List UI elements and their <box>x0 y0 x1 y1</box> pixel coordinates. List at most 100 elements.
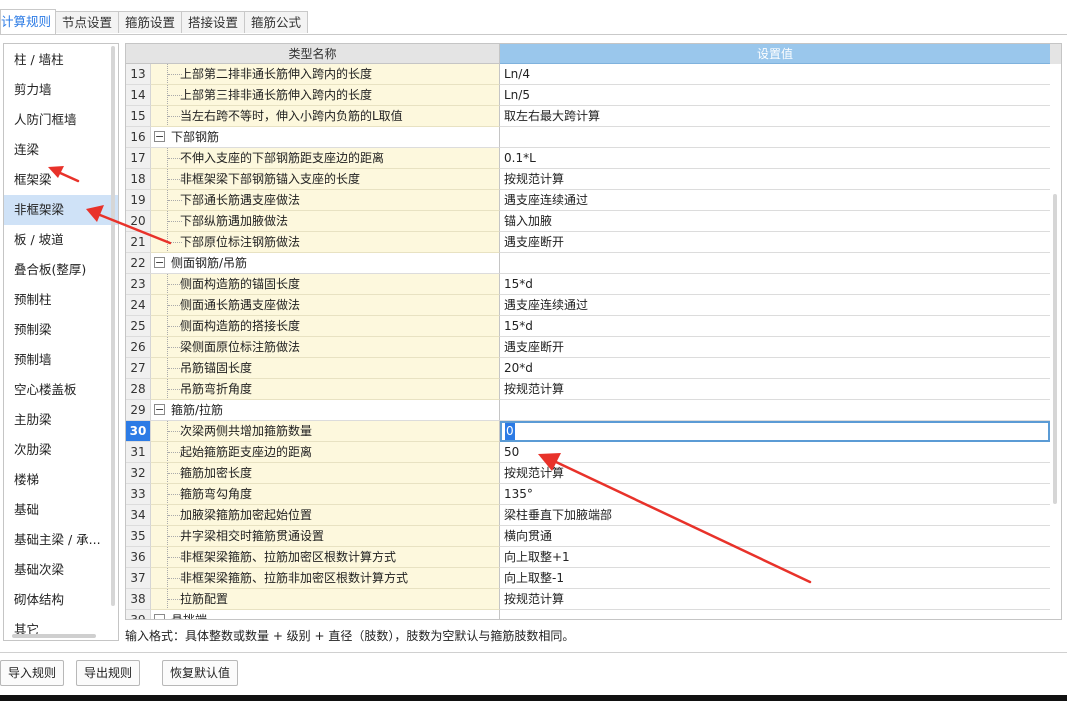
list-item-foundation[interactable]: 基础 <box>4 495 118 525</box>
setting-value-input[interactable]: 0 <box>500 421 1050 442</box>
table-row[interactable]: 30 次梁两侧共增加箍筋数量 0 <box>126 421 1050 442</box>
row-number[interactable]: 39 <box>126 610 151 619</box>
list-item-civil-defense-door-wall[interactable]: 人防门框墙 <box>4 105 118 135</box>
list-item-stair[interactable]: 楼梯 <box>4 465 118 495</box>
setting-value-cell[interactable]: 遇支座连续通过 <box>500 190 1050 211</box>
table-row[interactable]: 25 侧面构造筋的搭接长度 15*d <box>126 316 1050 337</box>
setting-value-cell[interactable]: 135° <box>500 484 1050 505</box>
list-item-precast-wall[interactable]: 预制墙 <box>4 345 118 375</box>
group-row[interactable]: 16− 下部钢筋 <box>126 127 1050 148</box>
setting-value-cell[interactable]: 向上取整+1 <box>500 547 1050 568</box>
row-number[interactable]: 18 <box>126 169 151 190</box>
table-row[interactable]: 27 吊筋锚固长度 20*d <box>126 358 1050 379</box>
row-number[interactable]: 23 <box>126 274 151 295</box>
setting-value-cell[interactable]: 遇支座断开 <box>500 232 1050 253</box>
list-vertical-scrollbar[interactable] <box>111 46 115 606</box>
collapse-icon[interactable]: − <box>154 614 165 619</box>
row-number[interactable]: 28 <box>126 379 151 400</box>
row-number[interactable]: 30 <box>126 421 151 442</box>
row-number[interactable]: 14 <box>126 85 151 106</box>
row-number[interactable]: 19 <box>126 190 151 211</box>
list-item-slab-ramp[interactable]: 板 / 坡道 <box>4 225 118 255</box>
table-row[interactable]: 38 拉筋配置 按规范计算 <box>126 589 1050 610</box>
list-horizontal-scrollbar[interactable] <box>12 634 96 638</box>
setting-value-cell[interactable]: 按规范计算 <box>500 589 1050 610</box>
collapse-icon[interactable]: − <box>154 131 165 142</box>
table-row[interactable]: 23 侧面构造筋的锚固长度 15*d <box>126 274 1050 295</box>
setting-value-cell[interactable] <box>500 400 1050 421</box>
setting-value-cell[interactable]: 锚入加腋 <box>500 211 1050 232</box>
restore-default-button[interactable]: 恢复默认值 <box>162 660 239 686</box>
table-row[interactable]: 26 梁侧面原位标注筋做法 遇支座断开 <box>126 337 1050 358</box>
table-row[interactable]: 18 非框架梁下部钢筋锚入支座的长度 按规范计算 <box>126 169 1050 190</box>
row-number[interactable]: 15 <box>126 106 151 127</box>
table-row[interactable]: 19 下部通长筋遇支座做法 遇支座连续通过 <box>126 190 1050 211</box>
table-row[interactable]: 32 箍筋加密长度 按规范计算 <box>126 463 1050 484</box>
table-row[interactable]: 17 不伸入支座的下部钢筋距支座边的距离 0.1*L <box>126 148 1050 169</box>
setting-value-cell[interactable]: 遇支座连续通过 <box>500 295 1050 316</box>
export-rules-button[interactable]: 导出规则 <box>76 660 141 686</box>
row-number[interactable]: 17 <box>126 148 151 169</box>
list-item-precast-beam[interactable]: 预制梁 <box>4 315 118 345</box>
setting-value-cell[interactable]: 横向贯通 <box>500 526 1050 547</box>
list-item-composite-slab[interactable]: 叠合板(整厚) <box>4 255 118 285</box>
setting-value-cell[interactable]: 0.1*L <box>500 148 1050 169</box>
setting-value-cell[interactable]: 按规范计算 <box>500 463 1050 484</box>
setting-value-cell[interactable]: 15*d <box>500 274 1050 295</box>
row-number[interactable]: 21 <box>126 232 151 253</box>
table-row[interactable]: 36 非框架梁箍筋、拉筋加密区根数计算方式 向上取整+1 <box>126 547 1050 568</box>
row-number[interactable]: 33 <box>126 484 151 505</box>
tab-calc-rules[interactable]: 计算规则 <box>0 9 57 35</box>
row-number[interactable]: 27 <box>126 358 151 379</box>
collapse-icon[interactable]: − <box>154 404 165 415</box>
row-number[interactable]: 36 <box>126 547 151 568</box>
row-number[interactable]: 22 <box>126 253 151 274</box>
row-number[interactable]: 24 <box>126 295 151 316</box>
list-item-masonry[interactable]: 砌体结构 <box>4 585 118 615</box>
group-row[interactable]: 39− 悬挑端 <box>126 610 1050 619</box>
setting-value-cell[interactable] <box>500 610 1050 619</box>
list-item-main-rib-beam[interactable]: 主肋梁 <box>4 405 118 435</box>
row-number[interactable]: 29 <box>126 400 151 421</box>
table-row[interactable]: 13 上部第二排非通长筋伸入跨内的长度 Ln/4 <box>126 64 1050 85</box>
setting-value-cell[interactable]: Ln/4 <box>500 64 1050 85</box>
column-header-setting-value[interactable]: 设置值 <box>500 44 1050 64</box>
table-row[interactable]: 24 侧面通长筋遇支座做法 遇支座连续通过 <box>126 295 1050 316</box>
tab-node-settings[interactable]: 节点设置 <box>55 11 120 33</box>
setting-value-cell[interactable]: 按规范计算 <box>500 379 1050 400</box>
setting-value-cell[interactable]: 按规范计算 <box>500 169 1050 190</box>
grid-vertical-scrollbar[interactable] <box>1053 194 1057 504</box>
tab-stirrup-formula[interactable]: 箍筋公式 <box>244 11 309 33</box>
tab-stirrup-settings[interactable]: 箍筋设置 <box>118 11 183 33</box>
row-number[interactable]: 32 <box>126 463 151 484</box>
setting-value-cell[interactable] <box>500 253 1050 274</box>
table-row[interactable]: 35 井字梁相交时箍筋贯通设置 横向贯通 <box>126 526 1050 547</box>
table-row[interactable]: 28 吊筋弯折角度 按规范计算 <box>126 379 1050 400</box>
setting-value-cell[interactable]: 20*d <box>500 358 1050 379</box>
row-number[interactable]: 38 <box>126 589 151 610</box>
table-row[interactable]: 37 非框架梁箍筋、拉筋非加密区根数计算方式 向上取整-1 <box>126 568 1050 589</box>
list-item-precast-column[interactable]: 预制柱 <box>4 285 118 315</box>
list-item-foundation-main-beam[interactable]: 基础主梁 / 承... <box>4 525 118 555</box>
row-number[interactable]: 16 <box>126 127 151 148</box>
setting-value-cell[interactable]: Ln/5 <box>500 85 1050 106</box>
list-item-shear-wall[interactable]: 剪力墙 <box>4 75 118 105</box>
setting-value-cell[interactable]: 50 <box>500 442 1050 463</box>
setting-value-cell[interactable] <box>500 127 1050 148</box>
collapse-icon[interactable]: − <box>154 257 165 268</box>
table-row[interactable]: 34 加腋梁箍筋加密起始位置 梁柱垂直下加腋端部 <box>126 505 1050 526</box>
setting-value-cell[interactable]: 15*d <box>500 316 1050 337</box>
setting-value-cell[interactable]: 取左右最大跨计算 <box>500 106 1050 127</box>
row-number[interactable]: 37 <box>126 568 151 589</box>
setting-value-cell[interactable]: 遇支座断开 <box>500 337 1050 358</box>
row-number[interactable]: 13 <box>126 64 151 85</box>
list-item-hollow-floor-slab[interactable]: 空心楼盖板 <box>4 375 118 405</box>
import-rules-button[interactable]: 导入规则 <box>0 660 65 686</box>
table-row[interactable]: 21 下部原位标注钢筋做法 遇支座断开 <box>126 232 1050 253</box>
row-number[interactable]: 35 <box>126 526 151 547</box>
component-type-list[interactable]: 柱 / 墙柱 剪力墙 人防门框墙 连梁 框架梁 非框架梁 板 / 坡道 叠合板(… <box>3 43 119 641</box>
setting-value-cell[interactable]: 向上取整-1 <box>500 568 1050 589</box>
row-number[interactable]: 25 <box>126 316 151 337</box>
list-item-non-frame-beam[interactable]: 非框架梁 <box>4 195 118 225</box>
row-number[interactable]: 20 <box>126 211 151 232</box>
